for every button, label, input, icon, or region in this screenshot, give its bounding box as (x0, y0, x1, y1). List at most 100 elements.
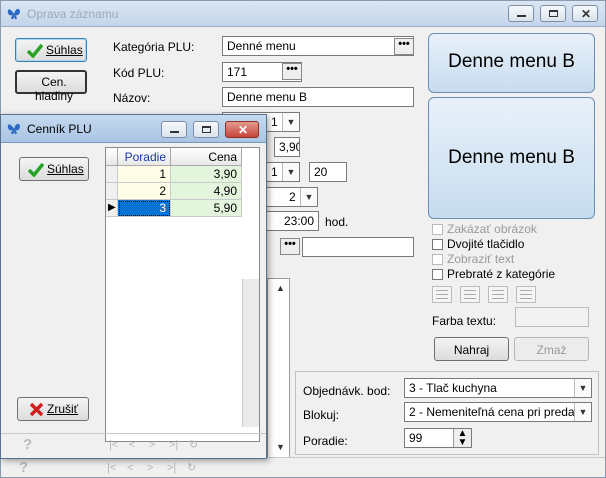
dialog-status-bar: ? |< < > >| ↻ (1, 433, 266, 455)
chevron-down-icon[interactable]: ▼ (282, 113, 299, 131)
close-button[interactable]: ✕ (572, 5, 598, 22)
preview-button-1[interactable]: Denne menu B (428, 33, 595, 93)
nav-first-icon[interactable]: |< (107, 462, 116, 474)
help-icon[interactable]: ? (19, 459, 28, 476)
list-scroll-area[interactable]: ▲ ▼ (267, 278, 290, 458)
align-right-icon[interactable] (488, 286, 508, 303)
scroll-up-icon[interactable]: ▲ (276, 283, 285, 293)
column-header-price[interactable]: Cena (171, 148, 242, 166)
preview-button-2-label: Denne menu B (448, 147, 575, 168)
nav-prev-icon[interactable]: < (127, 462, 133, 474)
price-grid[interactable]: Poradie Cena 1 3,90 2 4,90 ▶ 3 5,90 (105, 147, 260, 442)
time-field[interactable]: 23:00 (266, 211, 319, 231)
load-color-label: Nahraj (453, 343, 490, 357)
dialog-cancel-label: Zrušiť (47, 402, 79, 416)
block-label: Blokuj: (303, 408, 340, 422)
code-label: Kód PLU: (113, 66, 165, 80)
load-color-button[interactable]: Nahraj (434, 337, 509, 361)
chevron-down-icon[interactable]: ▼ (574, 403, 591, 421)
block-combo[interactable]: 2 - Nemeniteľná cena pri predaji ▼ (404, 402, 592, 422)
take-from-category-checkbox[interactable] (432, 269, 443, 280)
hide-image-label: Zakázať obrázok (447, 222, 537, 236)
price-levels-label: Cen. hladiny (34, 75, 74, 103)
row4-combo[interactable]: 2 ▼ (266, 187, 318, 207)
maximize-button[interactable] (540, 5, 566, 22)
category-picker-button[interactable]: ••• (394, 38, 414, 55)
cell-price[interactable]: 3,90 (171, 166, 242, 183)
row-indicator[interactable] (106, 183, 118, 200)
nav-next-icon[interactable]: > (149, 439, 155, 451)
scroll-down-icon[interactable]: ▼ (276, 442, 285, 452)
align-left-icon[interactable] (432, 286, 452, 303)
minimize-button[interactable] (508, 5, 534, 22)
nav-last-icon[interactable]: >| (169, 439, 178, 451)
delete-color-button[interactable]: Zmaž (514, 337, 589, 361)
close-icon: ✕ (581, 7, 592, 21)
checkmark-icon (27, 43, 43, 58)
name-value: Denne menu B (227, 90, 308, 104)
category-field[interactable]: Denné menu (222, 36, 414, 56)
name-field[interactable]: Denne menu B (222, 87, 414, 107)
ellipsis-icon: ••• (284, 238, 296, 250)
hide-image-checkbox[interactable] (432, 224, 443, 235)
show-text-checkbox[interactable] (432, 254, 443, 265)
grid-scrollbar[interactable] (242, 279, 259, 427)
butterfly-icon (7, 123, 20, 135)
time-unit: hod. (325, 215, 349, 229)
dialog-confirm-label: Súhlas (47, 162, 84, 176)
confirm-label: Súhlas (46, 43, 83, 57)
cell-order[interactable]: 1 (118, 166, 171, 183)
text-color-label: Farba textu: (432, 314, 497, 328)
nav-prev-icon[interactable]: < (129, 439, 135, 451)
checkmark-icon (28, 162, 44, 177)
confirm-button[interactable]: Súhlas (15, 38, 87, 62)
dialog-close-button[interactable]: ✕ (225, 121, 259, 138)
dialog-maximize-button[interactable] (193, 121, 219, 138)
row-indicator[interactable] (106, 166, 118, 183)
chevron-down-icon[interactable]: ▼ (574, 379, 591, 397)
code-picker-button[interactable]: ••• (282, 63, 302, 80)
nav-next-icon[interactable]: > (147, 462, 153, 474)
row-indicator[interactable]: ▶ (106, 200, 118, 217)
main-status-bar: ? |< < > >| ↻ (1, 457, 605, 477)
chevron-down-icon[interactable]: ▼ (282, 163, 299, 181)
order-spinner[interactable]: 99 ▲ ▼ (404, 428, 472, 448)
double-button-label: Dvojité tlačidlo (447, 237, 525, 251)
dialog-minimize-button[interactable] (161, 121, 187, 138)
row6-picker-button[interactable]: ••• (280, 238, 300, 255)
minimize-icon (517, 15, 526, 17)
minimize-icon (170, 131, 179, 133)
order-value: 99 (409, 431, 423, 445)
cell-price[interactable]: 5,90 (171, 200, 242, 217)
grid-corner (106, 148, 118, 166)
row3-value: 1 (271, 165, 278, 179)
dialog-confirm-button[interactable]: Súhlas (19, 157, 89, 181)
nav-last-icon[interactable]: >| (167, 462, 176, 474)
refresh-icon[interactable]: ↻ (187, 461, 196, 474)
cell-order[interactable]: 2 (118, 183, 171, 200)
help-icon[interactable]: ? (23, 436, 32, 453)
column-header-order[interactable]: Poradie (118, 148, 171, 166)
preview-button-2[interactable]: Denne menu B (428, 97, 595, 219)
price-field[interactable]: 3,90 (274, 137, 300, 157)
main-titlebar: Oprava záznamu ✕ (1, 1, 605, 27)
ellipsis-icon: ••• (286, 63, 298, 75)
order-label: Poradie: (303, 434, 348, 448)
cell-order[interactable]: 3 (118, 200, 171, 217)
price-levels-button[interactable]: Cen. hladiny (15, 70, 87, 103)
text-color-swatch[interactable] (515, 307, 589, 327)
chevron-down-icon[interactable]: ▼ (300, 188, 317, 206)
butterfly-icon (7, 8, 20, 20)
refresh-icon[interactable]: ↻ (189, 438, 198, 451)
double-button-checkbox[interactable] (432, 239, 443, 250)
spin-icon[interactable]: ▲ ▼ (453, 429, 471, 447)
maximize-icon (549, 10, 558, 17)
cell-price[interactable]: 4,90 (171, 183, 242, 200)
align-center-icon[interactable] (460, 286, 480, 303)
row3-extra-field[interactable]: 20 (309, 162, 347, 182)
row6-field[interactable] (302, 237, 414, 257)
order-point-combo[interactable]: 3 - Tlač kuchyna ▼ (404, 378, 592, 398)
nav-first-icon[interactable]: |< (109, 439, 118, 451)
align-justify-icon[interactable] (516, 286, 536, 303)
dialog-cancel-button[interactable]: Zrušiť (17, 397, 89, 421)
